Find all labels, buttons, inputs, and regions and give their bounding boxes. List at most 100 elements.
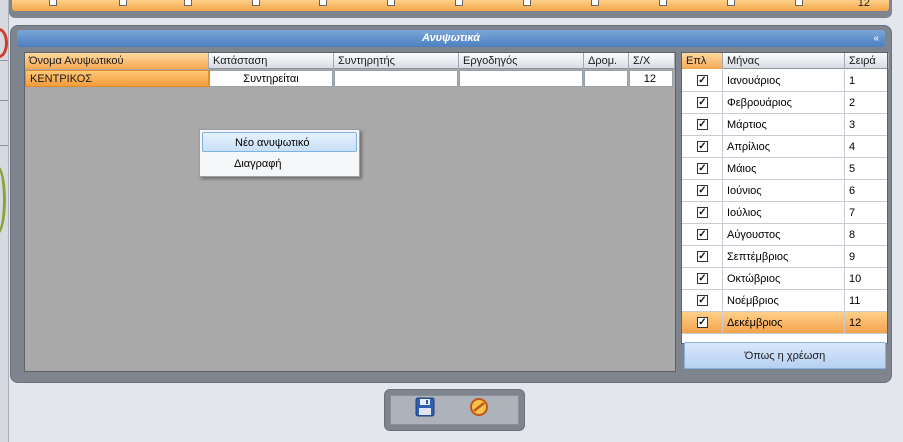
month-order[interactable]: 8	[845, 224, 889, 246]
month-order[interactable]: 9	[845, 246, 889, 268]
checkbox[interactable]: ✓	[697, 163, 708, 174]
checkbox[interactable]: ✓	[697, 75, 708, 86]
checkbox[interactable]	[727, 0, 735, 6]
column-header-foreman[interactable]: Εργοδηγός	[459, 53, 584, 69]
month-order[interactable]: 5	[845, 158, 889, 180]
select-cell[interactable]: ✓	[682, 180, 723, 202]
month-name[interactable]: Ιούνιος	[723, 180, 845, 202]
as-charge-button[interactable]: Όπως η χρέωση	[684, 342, 886, 369]
checkbox[interactable]: ✓	[697, 119, 708, 130]
month-name[interactable]: Μάρτιος	[723, 114, 845, 136]
checkbox[interactable]: ✓	[697, 97, 708, 108]
select-cell[interactable]: ✓	[682, 158, 723, 180]
heaters-grid[interactable]: Όνομα Ανυψωτικού Κατάσταση Συντηρητής Ερ…	[24, 52, 676, 372]
month-name[interactable]: Οκτώβριος	[723, 268, 845, 290]
checkbox[interactable]: ✓	[697, 141, 708, 152]
select-cell[interactable]: ✓	[682, 202, 723, 224]
column-header-select[interactable]: Επλ	[682, 53, 723, 69]
column-header-maintainer[interactable]: Συντηρητής	[334, 53, 459, 69]
checkbox[interactable]	[795, 0, 803, 6]
table-row[interactable]: ✓ Σεπτέμβριος 9	[682, 246, 887, 268]
column-header-order[interactable]: Σειρά	[845, 53, 889, 69]
table-row[interactable]: ✓ Μάιος 5	[682, 158, 887, 180]
checkbox[interactable]	[523, 0, 531, 6]
table-row[interactable]: ✓ Αύγουστος 8	[682, 224, 887, 246]
top-grid-fragment: 12	[9, 0, 892, 18]
cell-route[interactable]	[584, 70, 628, 87]
column-header-route[interactable]: Δρομ.	[584, 53, 629, 69]
checkbox[interactable]	[591, 0, 599, 6]
cell-sx[interactable]: 12	[629, 70, 673, 87]
menu-item-new-heater[interactable]: Νέο ανυψωτικό	[202, 132, 357, 152]
checkbox[interactable]: ✓	[697, 273, 708, 284]
checkbox[interactable]	[455, 0, 463, 6]
select-cell[interactable]: ✓	[682, 70, 723, 92]
table-row[interactable]: ✓ Νοέμβριος 11	[682, 290, 887, 312]
month-order[interactable]: 7	[845, 202, 889, 224]
column-header-month[interactable]: Μήνας	[723, 53, 845, 69]
column-header-name[interactable]: Όνομα Ανυψωτικού	[25, 53, 209, 69]
month-name[interactable]: Δεκέμβριος	[723, 312, 845, 334]
cell-maintainer[interactable]	[334, 70, 458, 87]
checkbox[interactable]: ✓	[697, 207, 708, 218]
table-row[interactable]: ✓ Ιούνιος 6	[682, 180, 887, 202]
cancel-button[interactable]	[467, 396, 491, 418]
column-header-sx[interactable]: Σ/Χ	[629, 53, 675, 69]
table-row[interactable]: ✓ Φεβρουάριος 2	[682, 92, 887, 114]
select-cell[interactable]: ✓	[682, 136, 723, 158]
collapse-icon[interactable]: «	[873, 30, 879, 47]
cell-foreman[interactable]	[459, 70, 583, 87]
month-name[interactable]: Σεπτέμβριος	[723, 246, 845, 268]
month-order[interactable]: 12	[845, 312, 889, 334]
checkbox[interactable]: ✓	[697, 229, 708, 240]
month-name[interactable]: Νοέμβριος	[723, 290, 845, 312]
checkbox[interactable]	[119, 0, 127, 6]
select-cell[interactable]: ✓	[682, 268, 723, 290]
table-row[interactable]: ✓ Οκτώβριος 10	[682, 268, 887, 290]
panel-title-bar: Ανυψωτικά «	[17, 30, 885, 47]
select-cell[interactable]: ✓	[682, 290, 723, 312]
month-order[interactable]: 11	[845, 290, 889, 312]
select-cell[interactable]: ✓	[682, 246, 723, 268]
cell-heater-name[interactable]: ΚΕΝΤΡΙΚΟΣ	[25, 70, 209, 87]
month-name[interactable]: Μάιος	[723, 158, 845, 180]
month-name[interactable]: Ιανουάριος	[723, 70, 845, 92]
checkbox[interactable]	[319, 0, 327, 6]
column-header-status[interactable]: Κατάσταση	[209, 53, 334, 69]
month-order[interactable]: 3	[845, 114, 889, 136]
checkbox[interactable]: ✓	[697, 295, 708, 306]
month-order[interactable]: 6	[845, 180, 889, 202]
checkbox[interactable]	[184, 0, 192, 6]
select-cell[interactable]: ✓	[682, 114, 723, 136]
table-row[interactable]: ✓ Απρίλιος 4	[682, 136, 887, 158]
select-cell[interactable]: ✓	[682, 312, 723, 334]
checkbox[interactable]: ✓	[697, 185, 708, 196]
checkbox[interactable]: ✓	[697, 317, 708, 328]
checkbox[interactable]: ✓	[697, 251, 708, 262]
table-row[interactable]: ΚΕΝΤΡΙΚΟΣ Συντηρείται 12	[25, 70, 675, 88]
month-name[interactable]: Φεβρουάριος	[723, 92, 845, 114]
checkbox[interactable]	[252, 0, 260, 6]
select-cell[interactable]: ✓	[682, 224, 723, 246]
table-row[interactable]: ✓ Μάρτιος 3	[682, 114, 887, 136]
month-order[interactable]: 10	[845, 268, 889, 290]
month-name[interactable]: Αύγουστος	[723, 224, 845, 246]
save-button[interactable]	[413, 396, 437, 418]
month-name[interactable]: Απρίλιος	[723, 136, 845, 158]
table-row[interactable]: ✓ Ιανουάριος 1	[682, 70, 887, 92]
month-order[interactable]: 2	[845, 92, 889, 114]
table-row[interactable]: ✓ Δεκέμβριος 12	[682, 312, 887, 334]
month-order[interactable]: 1	[845, 70, 889, 92]
month-order[interactable]: 4	[845, 136, 889, 158]
select-cell[interactable]: ✓	[682, 92, 723, 114]
top-selected-row[interactable]	[12, 0, 889, 11]
checkbox[interactable]	[659, 0, 667, 6]
months-grid[interactable]: Επλ Μήνας Σειρά ✓ Ιανουάριος 1 ✓ Φεβρουάριος…	[681, 52, 889, 344]
menu-item-delete[interactable]: Διαγραφή	[202, 154, 357, 174]
table-row[interactable]: ✓ Ιούλιος 7	[682, 202, 887, 224]
month-name[interactable]: Ιούλιος	[723, 202, 845, 224]
top-strip-number: 12	[857, 0, 870, 9]
checkbox[interactable]	[49, 0, 57, 6]
checkbox[interactable]	[387, 0, 395, 6]
cell-status[interactable]: Συντηρείται	[209, 70, 333, 87]
